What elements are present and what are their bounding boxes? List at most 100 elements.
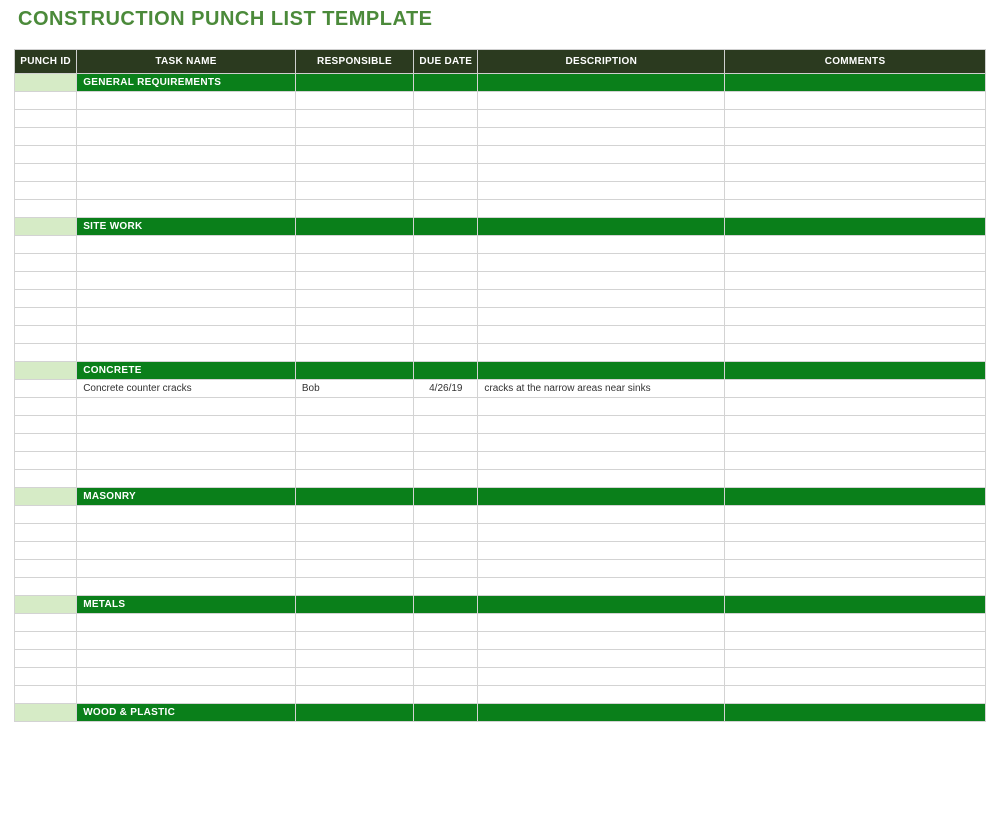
empty-cell[interactable] bbox=[725, 92, 986, 110]
empty-cell[interactable] bbox=[478, 164, 725, 182]
empty-cell[interactable] bbox=[295, 632, 413, 650]
empty-cell[interactable] bbox=[725, 506, 986, 524]
empty-cell[interactable] bbox=[295, 506, 413, 524]
empty-cell[interactable] bbox=[15, 632, 77, 650]
empty-cell[interactable] bbox=[414, 614, 478, 632]
empty-cell[interactable] bbox=[725, 290, 986, 308]
section-empty-cell[interactable] bbox=[725, 218, 986, 236]
empty-cell[interactable] bbox=[77, 542, 296, 560]
empty-cell[interactable] bbox=[15, 254, 77, 272]
empty-cell[interactable] bbox=[725, 560, 986, 578]
empty-cell[interactable] bbox=[725, 146, 986, 164]
section-empty-cell[interactable] bbox=[478, 218, 725, 236]
empty-cell[interactable] bbox=[295, 434, 413, 452]
empty-cell[interactable] bbox=[725, 578, 986, 596]
empty-cell[interactable] bbox=[77, 110, 296, 128]
empty-cell[interactable] bbox=[414, 668, 478, 686]
empty-cell[interactable] bbox=[15, 128, 77, 146]
empty-cell[interactable] bbox=[15, 308, 77, 326]
empty-cell[interactable] bbox=[478, 416, 725, 434]
empty-cell[interactable] bbox=[77, 650, 296, 668]
empty-cell[interactable] bbox=[295, 128, 413, 146]
empty-cell[interactable] bbox=[725, 452, 986, 470]
empty-cell[interactable] bbox=[295, 326, 413, 344]
empty-cell[interactable] bbox=[725, 614, 986, 632]
empty-cell[interactable] bbox=[77, 416, 296, 434]
empty-cell[interactable] bbox=[295, 344, 413, 362]
empty-cell[interactable] bbox=[295, 470, 413, 488]
empty-cell[interactable] bbox=[414, 146, 478, 164]
empty-cell[interactable] bbox=[15, 344, 77, 362]
section-empty-cell[interactable] bbox=[414, 362, 478, 380]
empty-cell[interactable] bbox=[295, 668, 413, 686]
empty-cell[interactable] bbox=[725, 308, 986, 326]
empty-cell[interactable] bbox=[414, 398, 478, 416]
section-id-cell[interactable] bbox=[15, 704, 77, 722]
section-empty-cell[interactable] bbox=[295, 218, 413, 236]
empty-cell[interactable] bbox=[478, 344, 725, 362]
empty-cell[interactable] bbox=[77, 578, 296, 596]
section-empty-cell[interactable] bbox=[725, 74, 986, 92]
empty-cell[interactable] bbox=[414, 344, 478, 362]
empty-cell[interactable] bbox=[295, 254, 413, 272]
empty-cell[interactable] bbox=[295, 236, 413, 254]
empty-cell[interactable] bbox=[295, 182, 413, 200]
empty-cell[interactable] bbox=[478, 290, 725, 308]
empty-cell[interactable] bbox=[414, 524, 478, 542]
empty-cell[interactable] bbox=[15, 470, 77, 488]
empty-cell[interactable] bbox=[414, 470, 478, 488]
empty-cell[interactable] bbox=[15, 398, 77, 416]
empty-cell[interactable] bbox=[725, 236, 986, 254]
empty-cell[interactable] bbox=[295, 290, 413, 308]
empty-cell[interactable] bbox=[414, 434, 478, 452]
empty-cell[interactable] bbox=[478, 308, 725, 326]
empty-cell[interactable] bbox=[15, 524, 77, 542]
empty-cell[interactable] bbox=[478, 92, 725, 110]
empty-cell[interactable] bbox=[77, 236, 296, 254]
empty-cell[interactable] bbox=[295, 686, 413, 704]
section-empty-cell[interactable] bbox=[725, 362, 986, 380]
section-empty-cell[interactable] bbox=[295, 704, 413, 722]
empty-cell[interactable] bbox=[15, 272, 77, 290]
empty-cell[interactable] bbox=[478, 470, 725, 488]
empty-cell[interactable] bbox=[295, 272, 413, 290]
section-empty-cell[interactable] bbox=[414, 74, 478, 92]
empty-cell[interactable] bbox=[725, 542, 986, 560]
empty-cell[interactable] bbox=[15, 452, 77, 470]
empty-cell[interactable] bbox=[414, 272, 478, 290]
section-empty-cell[interactable] bbox=[295, 596, 413, 614]
section-empty-cell[interactable] bbox=[295, 488, 413, 506]
section-empty-cell[interactable] bbox=[295, 362, 413, 380]
section-id-cell[interactable] bbox=[15, 596, 77, 614]
empty-cell[interactable] bbox=[478, 200, 725, 218]
empty-cell[interactable] bbox=[77, 560, 296, 578]
empty-cell[interactable] bbox=[295, 452, 413, 470]
empty-cell[interactable] bbox=[77, 686, 296, 704]
empty-cell[interactable] bbox=[414, 686, 478, 704]
empty-cell[interactable] bbox=[77, 632, 296, 650]
section-empty-cell[interactable] bbox=[478, 596, 725, 614]
empty-cell[interactable] bbox=[478, 434, 725, 452]
empty-cell[interactable] bbox=[414, 650, 478, 668]
empty-cell[interactable] bbox=[414, 416, 478, 434]
empty-cell[interactable] bbox=[414, 164, 478, 182]
empty-cell[interactable] bbox=[295, 416, 413, 434]
empty-cell[interactable] bbox=[15, 434, 77, 452]
empty-cell[interactable] bbox=[15, 92, 77, 110]
empty-cell[interactable] bbox=[77, 164, 296, 182]
empty-cell[interactable] bbox=[295, 542, 413, 560]
section-empty-cell[interactable] bbox=[478, 704, 725, 722]
empty-cell[interactable] bbox=[478, 272, 725, 290]
section-empty-cell[interactable] bbox=[414, 218, 478, 236]
empty-cell[interactable] bbox=[414, 632, 478, 650]
empty-cell[interactable] bbox=[478, 614, 725, 632]
empty-cell[interactable] bbox=[77, 182, 296, 200]
empty-cell[interactable] bbox=[478, 128, 725, 146]
cell-due_date[interactable]: 4/26/19 bbox=[414, 380, 478, 398]
empty-cell[interactable] bbox=[15, 560, 77, 578]
section-id-cell[interactable] bbox=[15, 74, 77, 92]
empty-cell[interactable] bbox=[414, 308, 478, 326]
empty-cell[interactable] bbox=[478, 110, 725, 128]
empty-cell[interactable] bbox=[725, 254, 986, 272]
empty-cell[interactable] bbox=[15, 182, 77, 200]
